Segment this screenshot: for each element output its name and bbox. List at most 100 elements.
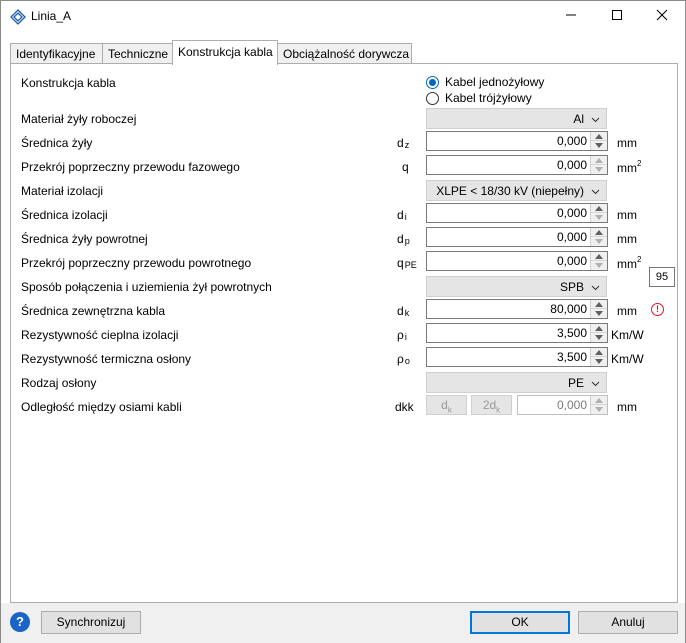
sheath-type-select[interactable]: PE bbox=[426, 372, 607, 393]
numeric-spinner[interactable] bbox=[590, 396, 607, 414]
select-value: Al bbox=[573, 112, 584, 126]
numeric-spinner[interactable] bbox=[590, 132, 607, 150]
numeric-spinner[interactable] bbox=[590, 324, 607, 342]
axis-distance-input[interactable]: 0,000 bbox=[517, 395, 608, 415]
sheath-resistivity-unit: Km/W bbox=[611, 352, 644, 366]
spin-up-icon[interactable] bbox=[591, 396, 607, 405]
conductor-diameter-symbol: dz bbox=[397, 136, 410, 150]
spin-down-icon[interactable] bbox=[591, 333, 607, 342]
spin-up-icon[interactable] bbox=[591, 348, 607, 357]
input-value: 80,000 bbox=[550, 302, 587, 316]
ok-button[interactable]: OK bbox=[470, 611, 570, 634]
sheath-resistivity-symbol: ρo bbox=[397, 352, 410, 366]
title-bar: Linia_A bbox=[1, 1, 685, 32]
maximize-button[interactable] bbox=[594, 1, 640, 32]
sheath-resistivity-input[interactable]: 3,500 bbox=[426, 347, 608, 367]
spin-up-icon[interactable] bbox=[591, 324, 607, 333]
spin-down-icon[interactable] bbox=[591, 237, 607, 246]
input-value: 0,000 bbox=[556, 206, 587, 220]
input-value: 3,500 bbox=[556, 326, 587, 340]
outer-diameter-input[interactable]: 80,000 bbox=[426, 299, 608, 319]
tab-obciazalnosc-dorywcza[interactable]: Obciążalność dorywcza bbox=[277, 43, 412, 64]
numeric-spinner[interactable] bbox=[590, 156, 607, 174]
tab-label: Identyfikacyjne bbox=[16, 47, 96, 61]
conductor-material-label: Materiał żyły roboczej bbox=[21, 112, 137, 126]
bonding-method-select[interactable]: SPB bbox=[426, 276, 607, 297]
conductor-diameter-input[interactable]: 0,000 bbox=[426, 131, 608, 151]
axis-distance-label: Odległość między osiami kabli bbox=[21, 400, 182, 414]
dk-button[interactable]: dk bbox=[426, 395, 467, 415]
spin-up-icon[interactable] bbox=[591, 156, 607, 165]
radio-single-core[interactable]: Kabel jednożyłowy bbox=[426, 74, 544, 90]
return-diameter-symbol: dp bbox=[397, 232, 410, 246]
phase-cross-section-symbol: q bbox=[402, 160, 409, 174]
help-icon[interactable]: ? bbox=[10, 612, 30, 632]
tab-identyfikacyjne[interactable]: Identyfikacyjne bbox=[10, 43, 103, 64]
input-value: 0,000 bbox=[556, 134, 587, 148]
diamond-link-icon bbox=[10, 9, 26, 25]
spin-down-icon[interactable] bbox=[591, 213, 607, 222]
select-value: SPB bbox=[559, 280, 584, 294]
numeric-spinner[interactable] bbox=[590, 252, 607, 270]
cancel-button[interactable]: Anuluj bbox=[578, 611, 678, 634]
spin-up-icon[interactable] bbox=[591, 204, 607, 213]
spin-down-icon[interactable] bbox=[591, 141, 607, 150]
insulation-diameter-input[interactable]: 0,000 bbox=[426, 203, 608, 223]
radio-indicator bbox=[426, 91, 439, 105]
input-value: 3,500 bbox=[556, 350, 587, 364]
tab-techniczne[interactable]: Techniczne bbox=[102, 43, 173, 64]
numeric-spinner[interactable] bbox=[590, 300, 607, 318]
tab-label: Konstrukcja kabla bbox=[178, 45, 273, 59]
insulation-diameter-label: Średnica izolacji bbox=[21, 208, 108, 222]
close-button[interactable] bbox=[639, 1, 685, 32]
return-cross-section-input[interactable]: 0,000 bbox=[426, 251, 608, 271]
chevron-down-icon bbox=[591, 113, 600, 123]
spin-up-icon[interactable] bbox=[591, 228, 607, 237]
radio-selected-indicator bbox=[426, 75, 439, 89]
value-tooltip: 95 bbox=[649, 267, 675, 287]
chevron-down-icon bbox=[591, 377, 600, 387]
spin-up-icon[interactable] bbox=[591, 300, 607, 309]
spin-down-icon[interactable] bbox=[591, 165, 607, 174]
input-value: 0,000 bbox=[556, 398, 587, 412]
insulation-resistivity-symbol: ρi bbox=[397, 328, 407, 342]
spin-up-icon[interactable] bbox=[591, 252, 607, 261]
return-diameter-unit: mm bbox=[617, 232, 637, 246]
spin-down-icon[interactable] bbox=[591, 309, 607, 318]
numeric-spinner[interactable] bbox=[590, 348, 607, 366]
minimize-button[interactable] bbox=[548, 1, 594, 32]
input-value: 0,000 bbox=[556, 158, 587, 172]
construction-panel: Konstrukcja kabla Kabel jednożyłowy Kabe… bbox=[10, 63, 678, 603]
radio-triple-label: Kabel trójżyłowy bbox=[445, 91, 532, 105]
warning-icon[interactable]: ! bbox=[651, 303, 664, 316]
spin-down-icon[interactable] bbox=[591, 405, 607, 414]
numeric-spinner[interactable] bbox=[590, 204, 607, 222]
input-value: 0,000 bbox=[556, 254, 587, 268]
conductor-material-select[interactable]: Al bbox=[426, 108, 607, 129]
chevron-down-icon bbox=[591, 281, 600, 291]
outer-diameter-label: Średnica zewnętrzna kabla bbox=[21, 304, 166, 318]
insulation-diameter-unit: mm bbox=[617, 208, 637, 222]
return-cross-section-unit: mm2 bbox=[617, 255, 642, 271]
spin-down-icon[interactable] bbox=[591, 261, 607, 270]
synchronize-button[interactable]: Synchronizuj bbox=[41, 611, 141, 634]
phase-cross-section-unit: mm2 bbox=[617, 159, 642, 175]
outer-diameter-symbol: dk bbox=[397, 304, 410, 318]
sheath-type-label: Rodzaj osłony bbox=[21, 376, 97, 390]
two-dk-button[interactable]: 2dk bbox=[471, 395, 512, 415]
sheath-resistivity-label: Rezystywność termiczna osłony bbox=[21, 352, 192, 366]
insulation-resistivity-input[interactable]: 3,500 bbox=[426, 323, 608, 343]
tab-konstrukcja-kabla[interactable]: Konstrukcja kabla bbox=[172, 40, 278, 65]
numeric-spinner[interactable] bbox=[590, 228, 607, 246]
select-value: XLPE < 18/30 kV (niepełny) bbox=[436, 184, 584, 198]
outer-diameter-unit: mm bbox=[617, 304, 637, 318]
maximize-icon bbox=[611, 9, 623, 24]
spin-up-icon[interactable] bbox=[591, 132, 607, 141]
return-diameter-label: Średnica żyły powrotnej bbox=[21, 232, 148, 246]
return-cross-section-symbol: qPE bbox=[397, 256, 417, 270]
spin-down-icon[interactable] bbox=[591, 357, 607, 366]
insulation-material-select[interactable]: XLPE < 18/30 kV (niepełny) bbox=[426, 180, 607, 201]
phase-cross-section-input[interactable]: 0,000 bbox=[426, 155, 608, 175]
radio-three-core[interactable]: Kabel trójżyłowy bbox=[426, 90, 532, 106]
return-diameter-input[interactable]: 0,000 bbox=[426, 227, 608, 247]
